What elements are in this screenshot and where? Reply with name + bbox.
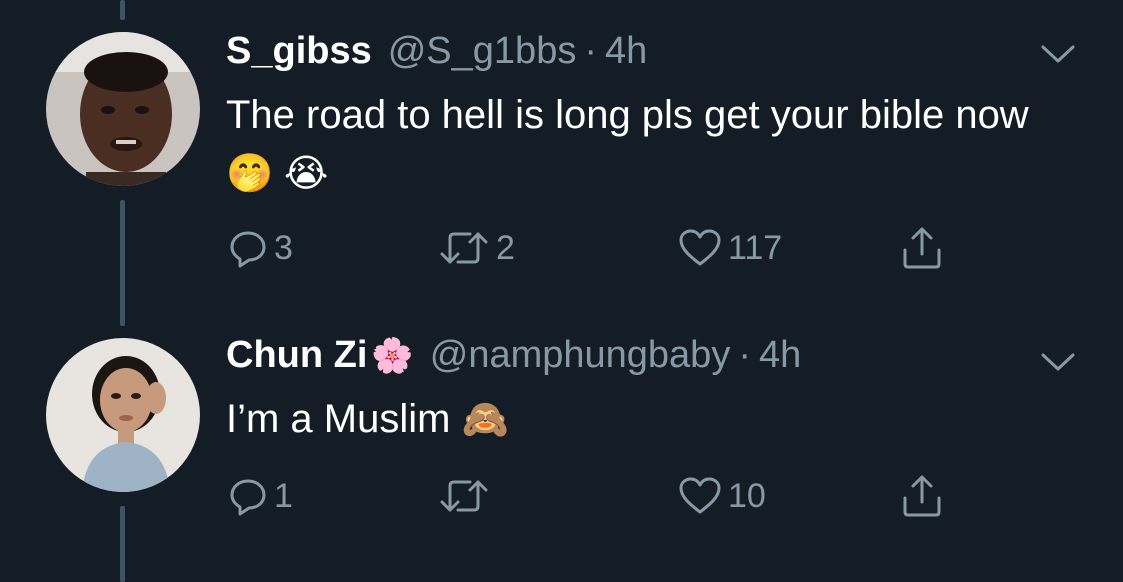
share-icon [903, 475, 941, 517]
separator: · [738, 334, 751, 376]
retweet-icon [440, 480, 488, 512]
timestamp[interactable]: 4h [605, 30, 647, 73]
avatar[interactable] [46, 32, 200, 186]
like-count: 10 [728, 476, 766, 515]
like-button[interactable]: 117 [678, 224, 782, 272]
reply-count: 1 [274, 476, 293, 515]
tweet-body: I’m a Muslim [226, 397, 451, 441]
tweet-text: The road to hell is long pls get your bi… [226, 86, 1086, 203]
handle[interactable]: @S_g1bbs [388, 30, 577, 73]
tweet-body: The road to hell is long pls get your bi… [226, 93, 1029, 137]
display-name[interactable]: S_gibss [226, 30, 372, 73]
tweet-header: Chun Zi 🌸 @namphungbaby · 4h [226, 334, 801, 384]
separator: · [584, 30, 597, 72]
avatar[interactable] [46, 338, 200, 492]
tweet-actions: 1 10 [226, 472, 986, 520]
timestamp[interactable]: 4h [759, 334, 801, 377]
tweet-emojis: 🤭 😭 [226, 153, 329, 195]
retweet-count: 2 [496, 228, 515, 267]
like-button[interactable]: 10 [678, 472, 766, 520]
tweet-actions: 3 2 117 [226, 224, 986, 272]
retweet-button[interactable] [438, 472, 496, 520]
reply-button[interactable]: 3 [228, 224, 293, 272]
handle[interactable]: @namphungbaby [430, 334, 731, 377]
share-button[interactable] [900, 472, 944, 520]
reply-icon [230, 231, 266, 268]
chevron-down-icon[interactable] [1041, 44, 1075, 64]
share-button[interactable] [900, 224, 944, 272]
like-count: 117 [728, 228, 783, 267]
reply-count: 3 [274, 228, 293, 267]
reply-icon [230, 479, 266, 516]
tweet-2[interactable]: Chun Zi 🌸 @namphungbaby · 4h I’m a Musli… [0, 310, 1123, 582]
reply-button[interactable]: 1 [228, 472, 293, 520]
heart-icon [679, 477, 721, 514]
heart-icon [679, 229, 721, 266]
retweet-button[interactable]: 2 [438, 224, 515, 272]
chevron-down-icon[interactable] [1041, 352, 1075, 372]
name-emoji: 🌸 [371, 337, 414, 375]
tweet-1[interactable]: S_gibss @S_g1bbs · 4h The road to hell i… [0, 0, 1123, 290]
retweet-icon [440, 232, 488, 264]
tweet-text: I’m a Muslim 🙈 [226, 390, 1086, 449]
tweet-header: S_gibss @S_g1bbs · 4h [226, 30, 647, 80]
display-name[interactable]: Chun Zi [226, 334, 367, 377]
share-icon [903, 227, 941, 269]
tweet-emojis: 🙈 [461, 399, 509, 441]
